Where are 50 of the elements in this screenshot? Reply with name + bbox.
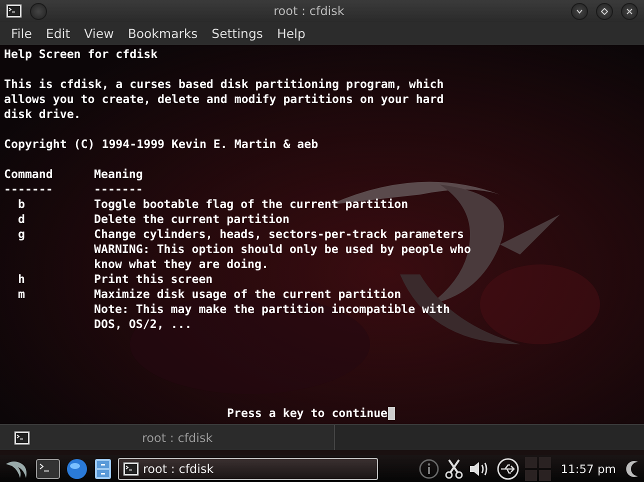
close-button[interactable] — [621, 2, 638, 20]
window-icon[interactable] — [6, 4, 22, 18]
command-meaning: know what they are doing. — [94, 257, 269, 272]
command-key: h — [4, 272, 94, 287]
close-icon — [626, 8, 633, 14]
file-cabinet-icon[interactable] — [94, 458, 112, 480]
continue-prompt: Press a key to continue — [227, 406, 388, 421]
command-meaning: Toggle bootable flag of the current partition — [94, 197, 408, 212]
menu-item[interactable]: View — [77, 26, 121, 41]
menu-item[interactable]: Edit — [38, 26, 78, 41]
minimize-button[interactable] — [571, 2, 588, 20]
command-key: b — [4, 197, 94, 212]
intro-text: allows you to create, delete and modify partitions on your hard — [4, 92, 444, 107]
intro-text: disk drive. — [4, 107, 81, 122]
command-meaning: Delete the current partition — [94, 212, 290, 227]
diamond-icon — [601, 8, 608, 14]
command-meaning: Print this screen — [94, 272, 213, 287]
command-meaning: Note: This may make the partition incompatible with — [94, 302, 450, 317]
clock: 11:57 pm — [560, 462, 617, 476]
command-meaning: DOS, OS/2, ... — [94, 317, 192, 332]
column-rule: ------- — [94, 182, 144, 197]
menu-item[interactable]: Bookmarks — [120, 26, 205, 41]
command-key: d — [4, 212, 94, 227]
scissors-icon[interactable] — [444, 458, 463, 478]
column-header: Meaning — [94, 167, 144, 182]
column-header: Command — [4, 167, 54, 182]
maximize-button[interactable] — [596, 2, 613, 20]
menu-item[interactable]: Settings — [204, 26, 270, 41]
moon-icon[interactable] — [626, 460, 640, 478]
command-meaning: Maximize disk usage of the current partition — [94, 287, 402, 302]
copyright-text: Copyright (C) 1994-1999 Kevin E. Martin & aeb — [4, 137, 318, 152]
terminal-icon[interactable] — [123, 462, 139, 476]
chevron-down-icon — [576, 8, 583, 14]
globe-icon[interactable] — [66, 458, 88, 480]
command-key: g — [4, 227, 94, 242]
session-tab[interactable]: root : cfdisk — [0, 425, 335, 450]
intro-text: This is cfdisk, a curses based disk partitioning program, which — [4, 77, 444, 92]
command-meaning: Change cylinders, heads, sectors-per-track parameters — [94, 227, 464, 242]
command-meaning: WARNING: This option should only be used by people who — [94, 242, 471, 257]
window-title: root : cfdisk — [272, 4, 346, 18]
column-rule: ------- — [4, 182, 54, 197]
terminal-icon[interactable] — [36, 458, 60, 478]
command-key: m — [4, 287, 94, 302]
terminal-icon[interactable] — [14, 430, 30, 444]
help-heading: Help Screen for cfdisk — [4, 47, 158, 62]
menu-item[interactable]: File — [4, 26, 39, 41]
info-icon[interactable] — [418, 458, 439, 478]
usb-icon[interactable] — [496, 458, 519, 480]
menu-item[interactable]: Help — [270, 26, 312, 41]
task-button[interactable]: root : cfdisk — [118, 458, 378, 480]
